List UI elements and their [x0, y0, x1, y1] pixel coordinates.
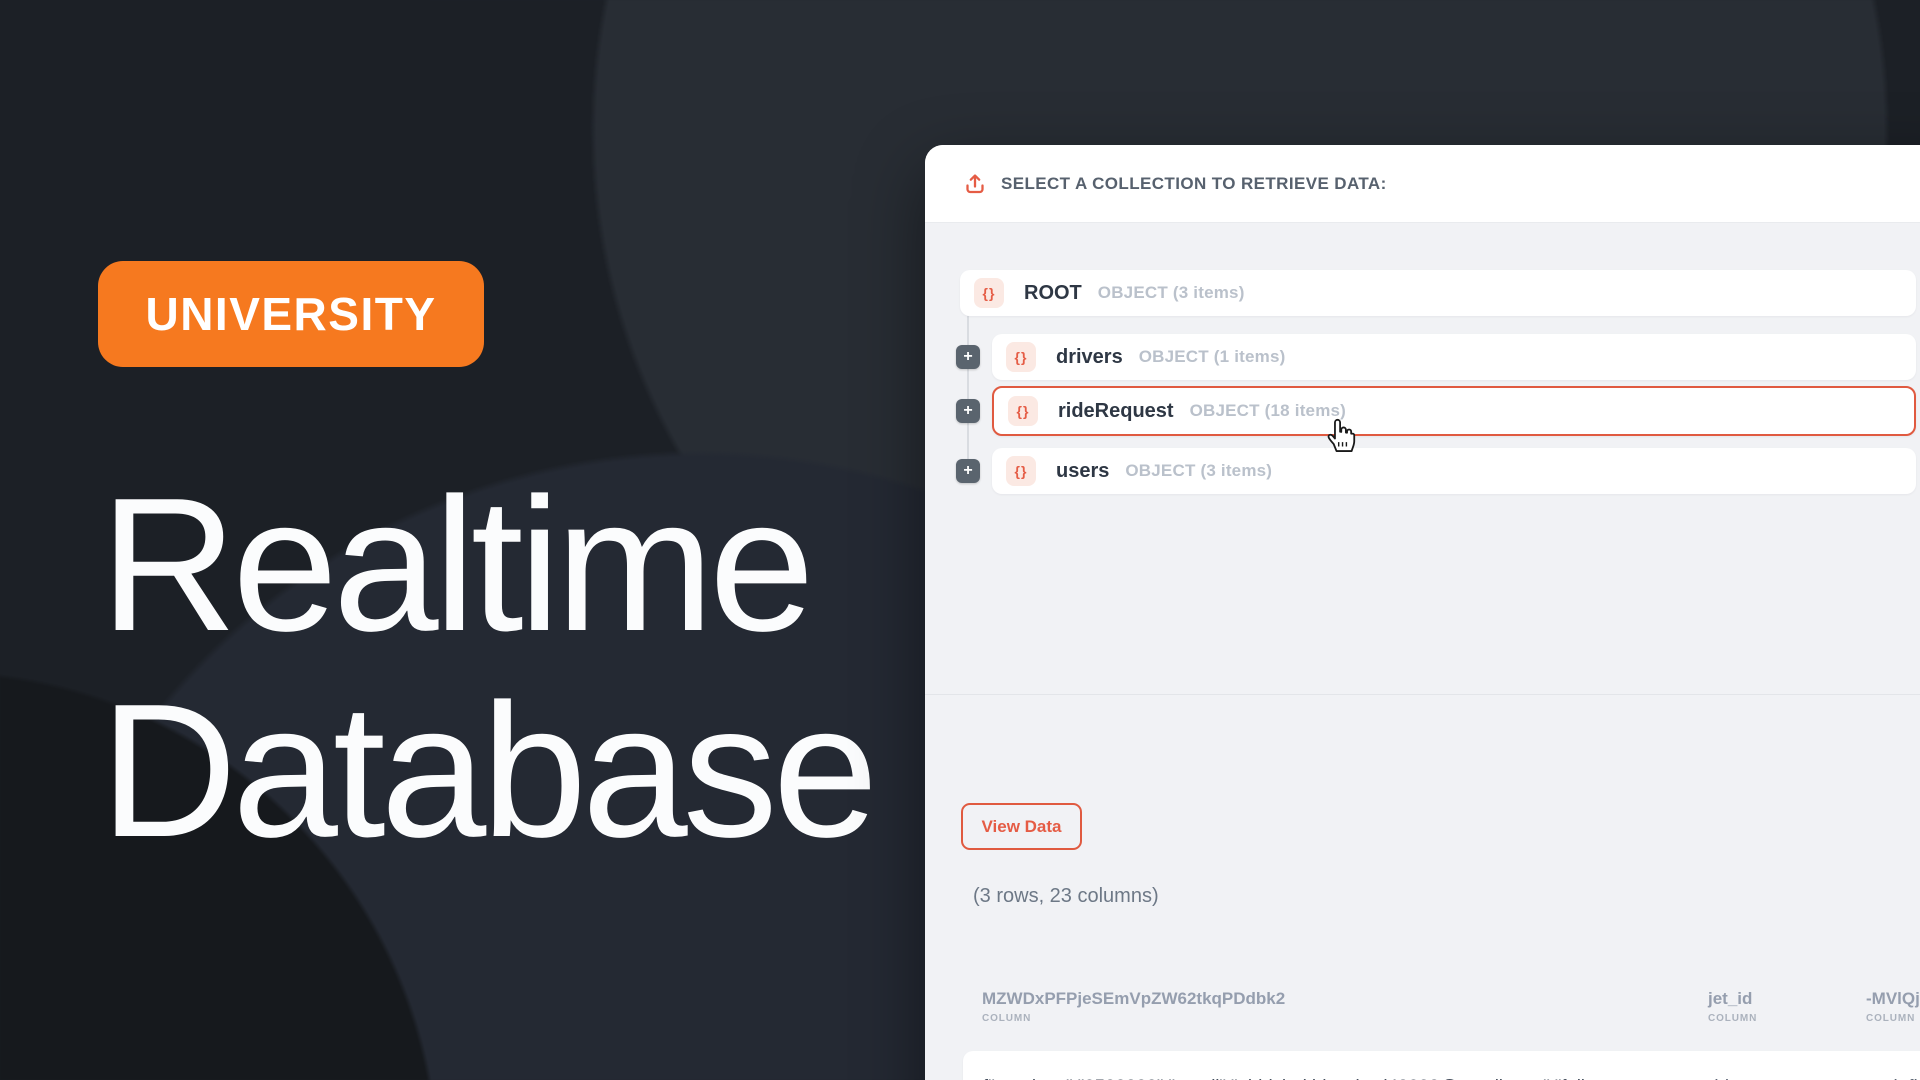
tree-node-riderequest-selected[interactable]: {} rideRequest OBJECT (18 items)	[992, 386, 1916, 436]
university-badge: UNIVERSITY	[98, 261, 484, 367]
tree-node-name: ROOT	[1024, 282, 1082, 305]
page-title: Realtime Database	[100, 462, 873, 874]
tree-node-name: users	[1056, 460, 1109, 483]
tree-node-meta: OBJECT (3 items)	[1125, 461, 1272, 481]
tree-node-meta: OBJECT (1 items)	[1139, 347, 1286, 367]
panel-body: {} ROOT OBJECT (3 items) + + + {} driver…	[925, 223, 1920, 1080]
column-tag: COLUMN	[1866, 1013, 1920, 1024]
tree-node-meta: OBJECT (3 items)	[1098, 283, 1245, 303]
table-row: {"earnings":"2500000","email":"abhishekb…	[963, 1051, 1920, 1080]
university-badge-label: UNIVERSITY	[145, 287, 436, 341]
tree-node-name: rideRequest	[1058, 400, 1174, 423]
table-header: MZWDxPFPjeSEmVpZW62tkqPDdbk2 COLUMN jet_…	[925, 989, 1920, 1037]
section-divider	[925, 694, 1920, 695]
table-column-header: jet_id COLUMN	[1708, 989, 1757, 1024]
tree-node-root[interactable]: {} ROOT OBJECT (3 items)	[960, 270, 1916, 316]
table-column-header: -MVlQj COLUMN	[1866, 989, 1920, 1024]
panel-header: SELECT A COLLECTION TO RETRIEVE DATA:	[925, 145, 1920, 223]
panel-header-label: SELECT A COLLECTION TO RETRIEVE DATA:	[1001, 174, 1387, 194]
tree-node-users[interactable]: {} users OBJECT (3 items)	[992, 448, 1916, 494]
tree-node-drivers[interactable]: {} drivers OBJECT (1 items)	[992, 334, 1916, 380]
expand-button-riderequest[interactable]: +	[956, 399, 980, 423]
object-braces-icon: {}	[974, 278, 1004, 308]
expand-button-users[interactable]: +	[956, 459, 980, 483]
column-tag: COLUMN	[982, 1013, 1285, 1024]
object-braces-icon: {}	[1008, 396, 1038, 426]
page-title-line1: Realtime	[100, 462, 873, 668]
expand-button-drivers[interactable]: +	[956, 345, 980, 369]
hand-cursor-icon	[1323, 415, 1359, 460]
view-data-button[interactable]: View Data	[961, 803, 1082, 850]
rows-columns-info: (3 rows, 23 columns)	[973, 885, 1159, 908]
upload-icon	[963, 172, 987, 196]
page-title-line2: Database	[100, 668, 873, 874]
tree-node-name: drivers	[1056, 346, 1123, 369]
object-braces-icon: {}	[1006, 342, 1036, 372]
object-braces-icon: {}	[1006, 456, 1036, 486]
database-explorer-panel: SELECT A COLLECTION TO RETRIEVE DATA: {}…	[925, 145, 1920, 1080]
table-column-header: MZWDxPFPjeSEmVpZW62tkqPDdbk2 COLUMN	[982, 989, 1285, 1024]
column-tag: COLUMN	[1708, 1013, 1757, 1024]
